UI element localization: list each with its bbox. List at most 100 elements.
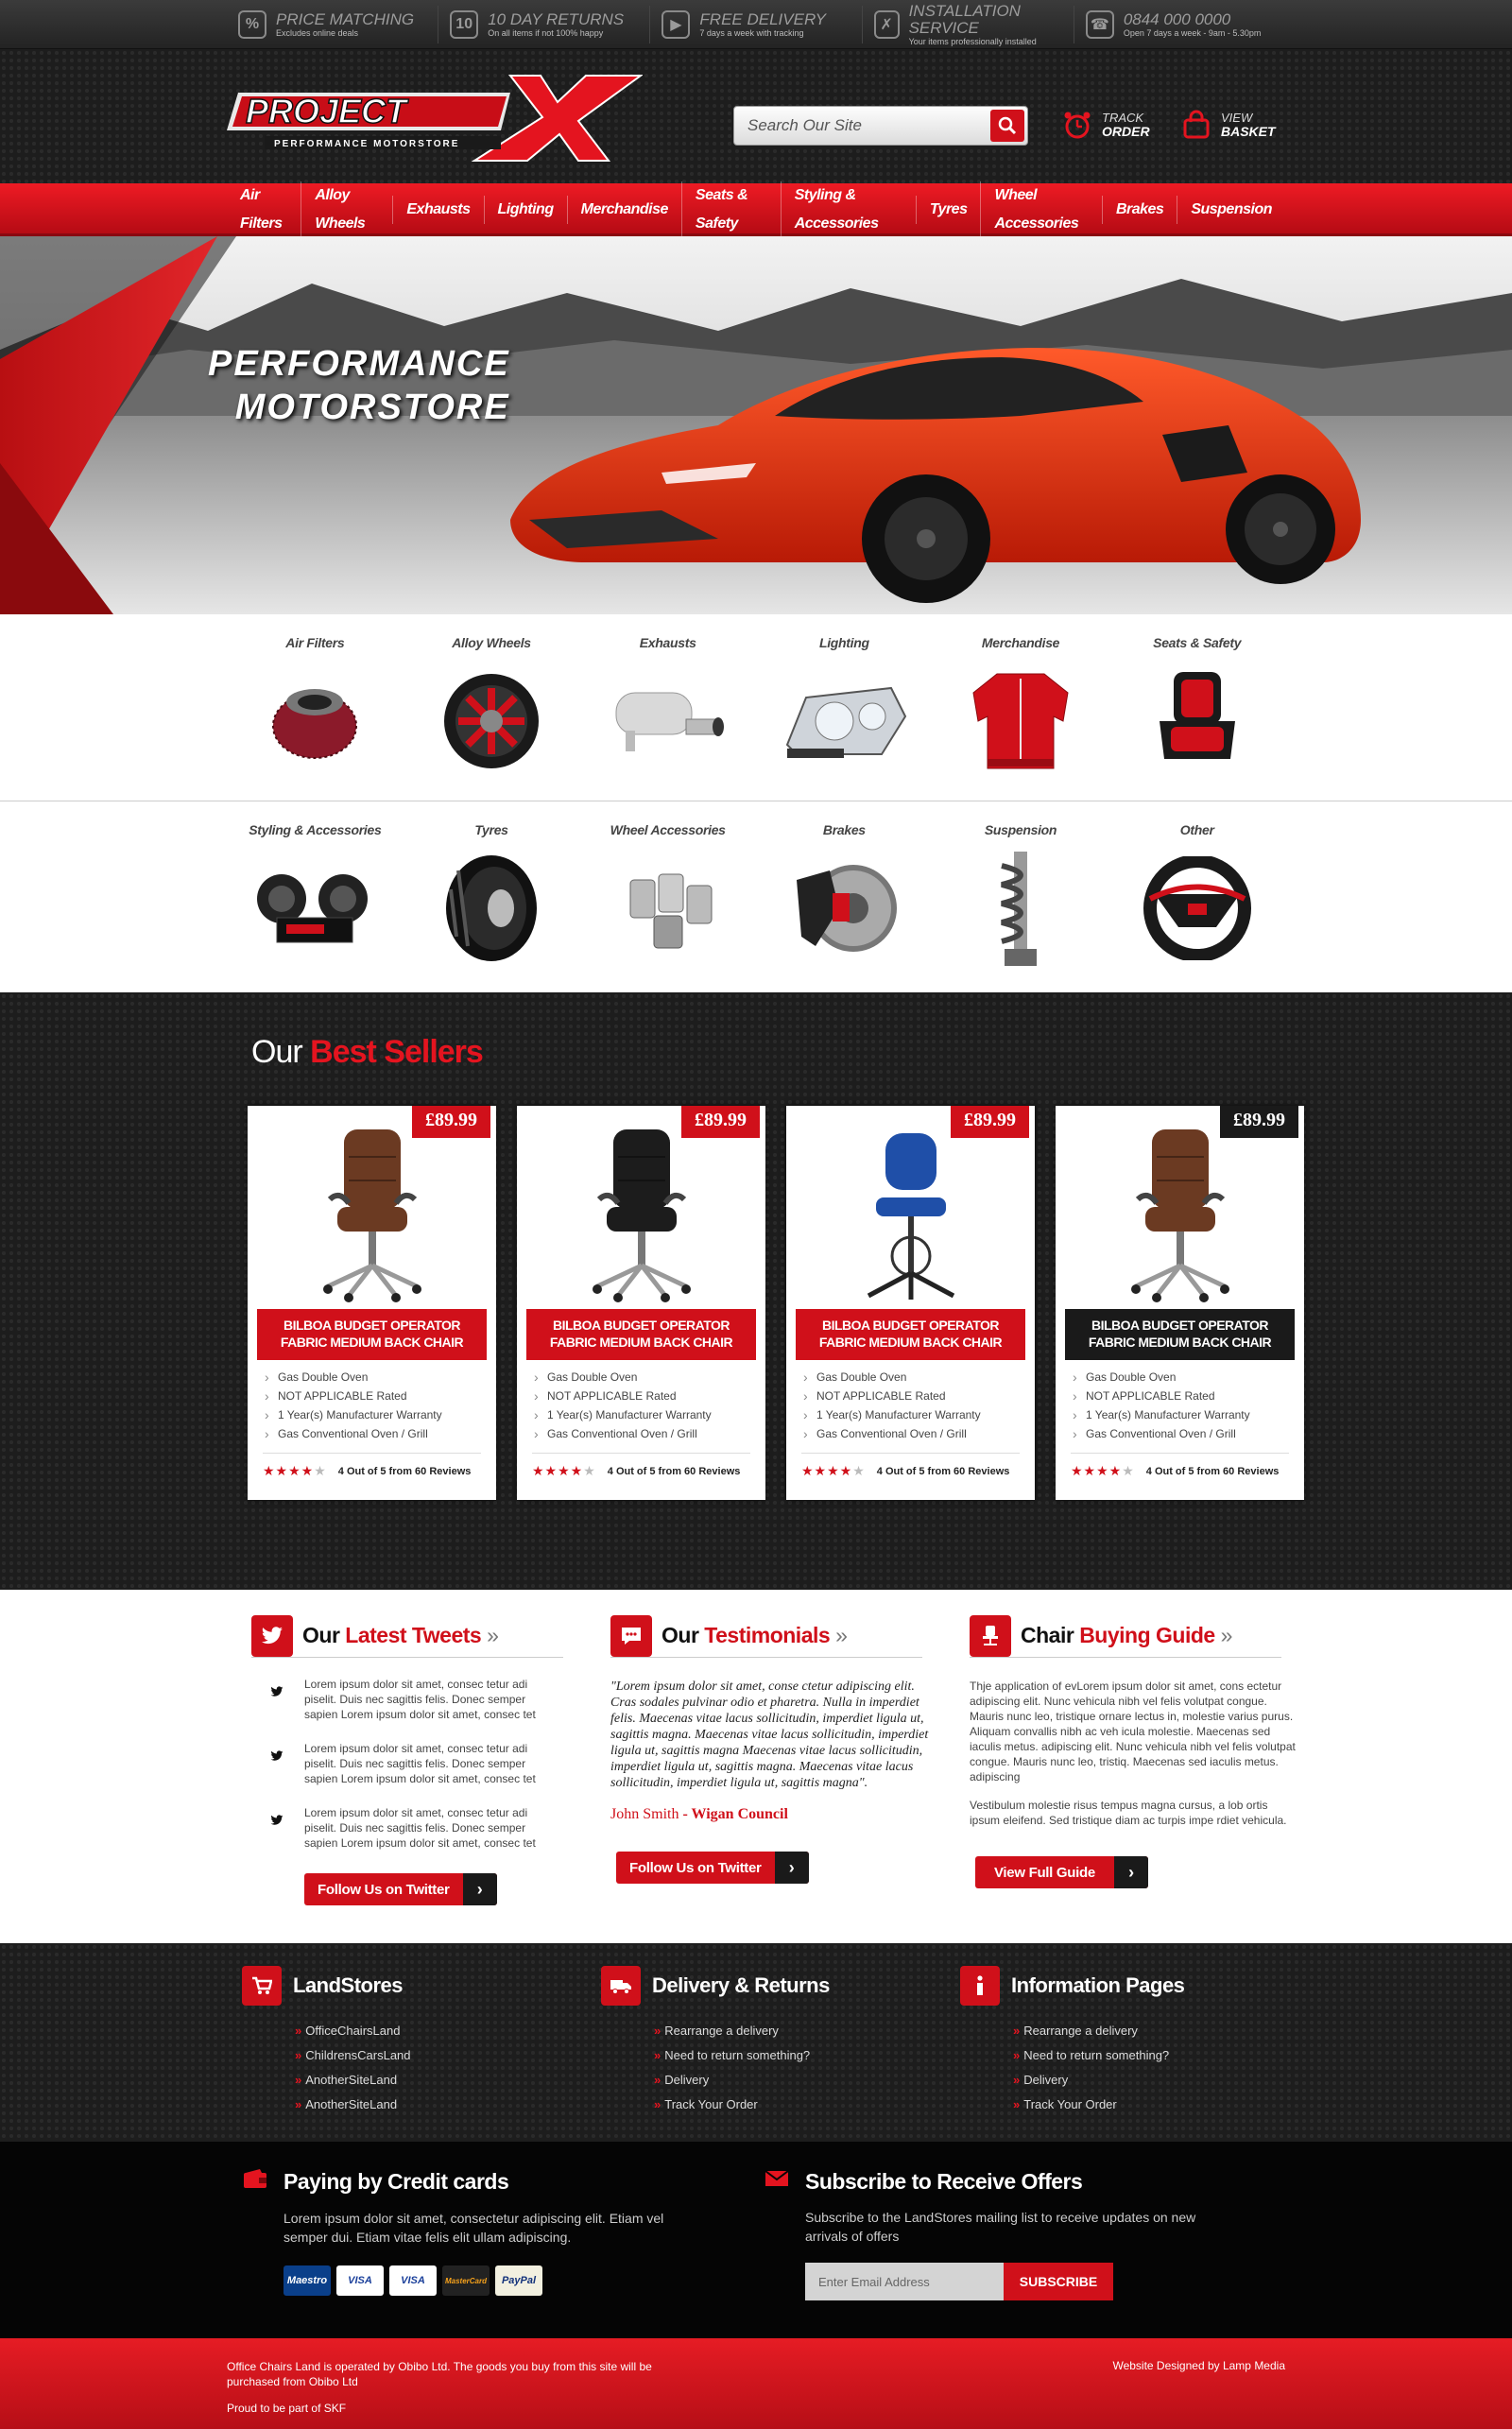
category-tile[interactable]: Suspension [933, 801, 1109, 989]
footer-link-label: ChildrensCarsLand [305, 2048, 411, 2062]
nav-item[interactable]: Brakes [1101, 196, 1177, 224]
category-tile[interactable]: Brakes [756, 801, 933, 989]
product-card[interactable]: £89.99 BILBOA BUDGET OPERATOR FABRIC MEDI… [1056, 1106, 1304, 1500]
raquo-icon: » [295, 2073, 302, 2087]
air-filter-icon [249, 660, 381, 783]
feature-item: NOT APPLICABLE Rated [801, 1387, 1020, 1405]
category-tile[interactable]: Exhausts [579, 614, 756, 801]
nav-item[interactable]: Styling & Accessories [780, 181, 916, 238]
basket-label-2: BASKET [1221, 124, 1276, 139]
nav-item[interactable]: Alloy Wheels [301, 181, 392, 238]
nav-item[interactable]: Exhausts [392, 196, 483, 224]
product-card[interactable]: £89.99 BILBOA BUDGET OPERATOR FABRIC MEDI… [248, 1106, 496, 1500]
footer-link[interactable]: » ChildrensCarsLand [295, 2043, 554, 2068]
hero-banner[interactable]: PERFORMANCE MOTORSTORE [0, 236, 1512, 614]
category-tile[interactable]: Lighting [756, 614, 933, 801]
product-card[interactable]: £89.99 BILBOA BUDGET OPERATOR FABRIC MEDI… [786, 1106, 1035, 1500]
view-full-guide-button[interactable]: View Full Guide › [975, 1856, 1148, 1888]
track-order-link[interactable]: TRACK ORDER [1062, 110, 1150, 140]
feature-item: Gas Conventional Oven / Grill [532, 1424, 750, 1443]
feature-item: 1 Year(s) Manufacturer Warranty [263, 1405, 481, 1424]
product-name[interactable]: BILBOA BUDGET OPERATOR FABRIC MEDIUM BAC… [526, 1309, 756, 1360]
designer-credit[interactable]: Website Designed by Lamp Media [1112, 2359, 1285, 2372]
nav-item[interactable]: Merchandise [566, 196, 681, 224]
category-tile[interactable]: Tyres [404, 801, 580, 989]
footer-link[interactable]: » Need to return something? [654, 2043, 913, 2068]
footer-link[interactable]: » Need to return something? [1013, 2043, 1272, 2068]
search-input[interactable] [734, 107, 989, 145]
nav-item[interactable]: Seats & Safety [680, 181, 781, 238]
product-card[interactable]: £89.99 BILBOA BUDGET OPERATOR FABRIC MEDI… [517, 1106, 765, 1500]
category-label: Lighting [818, 635, 869, 650]
testimonials-panel: Our Testimonials » "Lorem ipsum dolor si… [610, 1614, 928, 1884]
footer-link[interactable]: » Track Your Order [654, 2093, 913, 2117]
footer-link[interactable]: » Delivery [1013, 2068, 1272, 2093]
usp-subtitle: 7 days a week with tracking [699, 27, 804, 38]
nav-item[interactable]: Wheel Accessories [980, 181, 1101, 238]
star-rating-icon: ★★★★★ [532, 1463, 596, 1478]
site-logo[interactable]: PROJECT PERFORMANCE MOTORSTORE [227, 72, 644, 163]
footer-link[interactable]: » Track Your Order [1013, 2093, 1272, 2117]
logo-tagline: PERFORMANCE MOTORSTORE [274, 139, 459, 149]
view-basket-link[interactable]: VIEW BASKET [1181, 110, 1276, 140]
usp-title: 10 DAY RETURNS [488, 9, 625, 28]
product-name[interactable]: BILBOA BUDGET OPERATOR FABRIC MEDIUM BAC… [1065, 1309, 1295, 1360]
footer-link[interactable]: » Rearrange a delivery [1013, 2019, 1272, 2043]
follow-twitter-button[interactable]: Follow Us on Twitter › [304, 1873, 497, 1905]
category-tile[interactable]: Merchandise [933, 614, 1109, 801]
feature-list: Gas Double OvenNOT APPLICABLE Rated1 Yea… [801, 1368, 1020, 1454]
usp-subtitle: Your items professionally installed [908, 36, 1037, 46]
tweet-text: Lorem ipsum dolor sit amet, consec tetur… [304, 1678, 536, 1721]
star-rating-icon: ★★★★★ [263, 1463, 327, 1478]
product-name[interactable]: BILBOA BUDGET OPERATOR FABRIC MEDIUM BAC… [796, 1309, 1025, 1360]
steering-wheel-icon [1131, 847, 1263, 970]
guide-text-1: Thje application of evLorem ipsum dolor … [970, 1680, 1296, 1783]
feature-item: NOT APPLICABLE Rated [532, 1387, 750, 1405]
search-button[interactable] [990, 110, 1024, 142]
price-tag: £89.99 [1220, 1106, 1298, 1138]
product-name[interactable]: BILBOA BUDGET OPERATOR FABRIC MEDIUM BAC… [257, 1309, 487, 1360]
payment-subscribe-section: Paying by Credit cards Lorem ipsum dolor… [0, 2142, 1512, 2338]
tag-icon: % [238, 10, 266, 39]
category-tile[interactable]: Styling & Accessories [227, 801, 404, 989]
footer-link[interactable]: » AnotherSiteLand [295, 2068, 554, 2093]
feature-item: NOT APPLICABLE Rated [1071, 1387, 1289, 1405]
category-tile[interactable]: Other [1108, 801, 1285, 989]
latest-tweets-panel: Our Latest Tweets » Lorem ipsum dolor si… [251, 1614, 563, 1905]
footer-link[interactable]: » OfficeChairsLand [295, 2019, 554, 2043]
usp-title: 0844 000 0000 [1123, 9, 1231, 28]
twitter-bird-icon [251, 1741, 284, 1786]
footer-link-label: Need to return something? [664, 2048, 811, 2062]
main-nav: Air Filters Alloy Wheels Exhausts Lighting M… [0, 181, 1512, 238]
search-box [733, 106, 1028, 146]
star-rating-icon: ★★★★★ [801, 1463, 866, 1478]
category-label: Merchandise [981, 635, 1060, 650]
nav-item[interactable]: Lighting [483, 196, 567, 224]
footer-link[interactable]: » Delivery [654, 2068, 913, 2093]
payment-card-icon: Maestro [284, 2265, 331, 2296]
category-label: Seats & Safety [1153, 635, 1242, 650]
category-tile[interactable]: Wheel Accessories [579, 801, 756, 989]
raquo-icon: » [1013, 2073, 1021, 2087]
star-rating-icon: ★★★★★ [1071, 1463, 1135, 1478]
footer-link[interactable]: » Rearrange a delivery [654, 2019, 913, 2043]
subscribe-button[interactable]: SUBSCRIBE [1004, 2263, 1113, 2300]
category-tile[interactable]: Air Filters [227, 614, 404, 801]
feature-item: 1 Year(s) Manufacturer Warranty [1071, 1405, 1289, 1424]
email-input[interactable] [805, 2263, 1004, 2300]
usp-title: FREE DELIVERY [699, 9, 826, 28]
footer-link[interactable]: » AnotherSiteLand [295, 2093, 554, 2117]
category-tile[interactable]: Alloy Wheels [404, 614, 580, 801]
feature-item: Gas Double Oven [801, 1368, 1020, 1387]
nav-item[interactable]: Tyres [915, 196, 981, 224]
nav-item[interactable]: Suspension [1177, 196, 1285, 224]
guide-text-2: Vestibulum molestie risus tempus magna c… [970, 1799, 1287, 1827]
jacket-icon [954, 660, 1087, 783]
category-tile[interactable]: Seats & Safety [1108, 614, 1285, 801]
review-count: 4 Out of 5 from 60 Reviews [607, 1465, 741, 1477]
testimonials-follow-button[interactable]: Follow Us on Twitter › [616, 1852, 809, 1884]
nav-item[interactable]: Air Filters [227, 181, 301, 238]
tweet-item: Lorem ipsum dolor sit amet, consec tetur… [251, 1805, 563, 1851]
footer-column-heading: LandStores [293, 1973, 404, 1997]
feature-item: 1 Year(s) Manufacturer Warranty [801, 1405, 1020, 1424]
